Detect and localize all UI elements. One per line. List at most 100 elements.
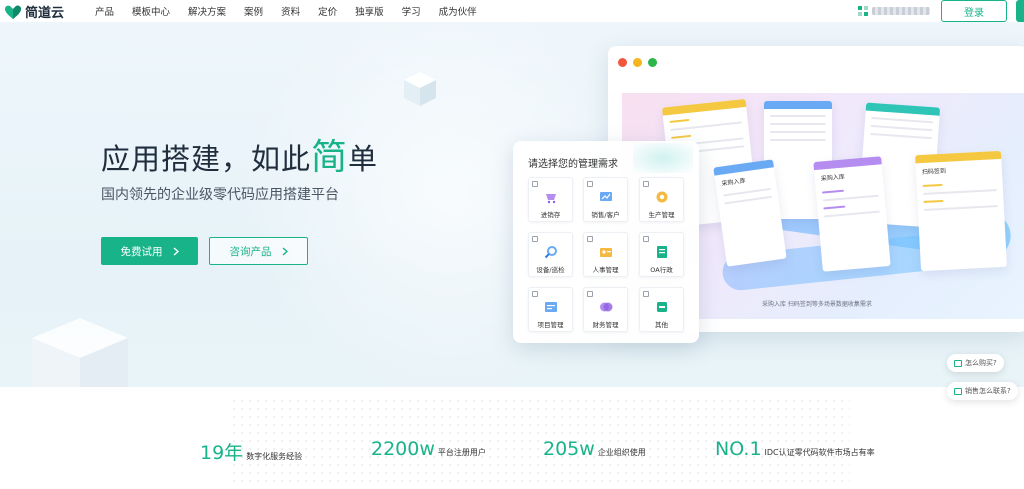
how-to-buy-chip[interactable]: 怎么购买? (947, 354, 1004, 372)
nav-item-learn[interactable]: 学习 (402, 4, 421, 18)
headline-prefix: 应用搭建，如此 (101, 142, 312, 176)
free-trial-label: 免费试用 (120, 245, 163, 258)
stat-value: 2200w (371, 438, 435, 460)
chevron-right-icon (173, 246, 179, 256)
hero-section: 应用搭建，如此简单 国内领先的企业级零代码应用搭建平台 免费试用 咨询产品 采购… (0, 22, 1024, 387)
minimize-dot-icon (633, 58, 642, 67)
nav-item-templates[interactable]: 模板中心 (132, 4, 170, 18)
logo[interactable]: 简道云 (4, 2, 64, 21)
stat-value: 19年 (200, 442, 244, 464)
nav-item-solutions[interactable]: 解决方案 (188, 4, 226, 18)
option-card-production[interactable]: 生产管理 (639, 177, 684, 222)
finance-icon (600, 302, 613, 312)
option-card-sales[interactable]: 销售/客户 (583, 177, 628, 222)
option-label: 设备/巡检 (536, 266, 565, 274)
chip-label: 销售怎么联系? (965, 387, 1011, 395)
headline-accent: 简 (311, 137, 349, 178)
option-label: 人事管理 (592, 266, 619, 274)
oa-icon (657, 246, 667, 258)
panel-glow (633, 143, 693, 173)
stat-market-share: NO.1 IDC认证零代码软件市场占有率 (715, 438, 875, 460)
free-trial-button[interactable]: 免费试用 (101, 237, 198, 265)
sales-icon (600, 192, 612, 201)
checkbox[interactable] (587, 181, 593, 187)
inspection-icon (544, 246, 557, 259)
chat-icon (954, 387, 962, 395)
board-title: 采购入库 (820, 173, 846, 183)
hero-headline: 应用搭建，如此简单 (101, 128, 378, 180)
stats-section: 19年 数字化服务经验 2200w 平台注册用户 205w 企业组织使用 NO.… (0, 387, 1024, 489)
option-card-inspection[interactable]: 设备/巡检 (528, 232, 573, 277)
needs-selector-panel: 请选择您的管理需求 进销存 销售/客户 生产管理 设备/巡检 人事管理 OA行政… (513, 141, 699, 343)
checkbox[interactable] (532, 291, 538, 297)
nav-item-partner[interactable]: 成为伙伴 (439, 4, 477, 18)
mockup-caption: 采购入库 扫码签到等多场景数据收集需求 (762, 301, 872, 308)
board-title: 采购入库 (721, 177, 746, 188)
checkbox[interactable] (587, 291, 593, 297)
project-icon (545, 302, 557, 312)
brand-name: 简道云 (25, 6, 65, 21)
stat-value: NO.1 (715, 438, 762, 460)
stat-organizations: 205w 企业组织使用 (543, 438, 646, 460)
stat-label: 平台注册用户 (437, 448, 486, 457)
checkbox[interactable] (643, 291, 649, 297)
login-button[interactable]: 登录 (941, 0, 1007, 22)
user-info[interactable] (858, 6, 930, 16)
chevron-right-icon (282, 246, 288, 256)
option-card-project[interactable]: 项目管理 (528, 287, 573, 332)
selector-title: 请选择您的管理需求 (528, 159, 618, 170)
headline-suffix: 单 (348, 142, 379, 176)
stat-label: 数字化服务经验 (246, 452, 303, 461)
qr-icon (858, 6, 868, 16)
option-label: 其他 (655, 321, 668, 329)
register-button-edge[interactable] (1016, 0, 1024, 22)
decorative-cube-icon (404, 72, 436, 106)
checkbox[interactable] (587, 236, 593, 242)
nav-item-resources[interactable]: 资料 (281, 4, 300, 18)
nav-item-pricing[interactable]: 定价 (318, 4, 337, 18)
nav-item-private[interactable]: 独享版 (355, 4, 384, 18)
logo-icon (5, 5, 21, 19)
checkbox[interactable] (532, 181, 538, 187)
production-icon (656, 191, 668, 203)
stat-users: 2200w 平台注册用户 (371, 438, 486, 460)
option-card-hr[interactable]: 人事管理 (583, 232, 628, 277)
nav-item-cases[interactable]: 案例 (244, 4, 263, 18)
checkbox[interactable] (643, 236, 649, 242)
close-dot-icon (618, 58, 627, 67)
hero-subhead: 国内领先的企业级零代码应用搭建平台 (101, 187, 339, 203)
chip-label: 怎么购买? (965, 359, 997, 367)
chat-icon (954, 359, 962, 367)
cart-icon (546, 194, 556, 204)
option-label: 生产管理 (648, 211, 675, 219)
option-card-oa[interactable]: OA行政 (639, 232, 684, 277)
option-card-other[interactable]: 其他 (639, 287, 684, 332)
option-card-finance[interactable]: 财务管理 (583, 287, 628, 332)
top-navbar: 简道云 产品 模板中心 解决方案 案例 资料 定价 独享版 学习 成为伙伴 登录 (0, 0, 1024, 22)
window-controls (618, 58, 657, 67)
hr-icon (600, 248, 612, 257)
form-board-purchase-in: 采购入库 (813, 156, 891, 272)
stat-label: 企业组织使用 (597, 448, 646, 457)
checkbox[interactable] (532, 236, 538, 242)
checkbox[interactable] (643, 181, 649, 187)
option-label: 销售/客户 (591, 211, 620, 219)
form-board-checkin: 扫码签到 (915, 150, 1007, 272)
option-label: 进销存 (540, 211, 561, 219)
stat-years: 19年 数字化服务经验 (200, 438, 302, 465)
maximize-dot-icon (648, 58, 657, 67)
blurred-phone-number (872, 7, 930, 15)
board-title: 扫码签到 (921, 167, 947, 176)
consult-product-button[interactable]: 咨询产品 (209, 237, 308, 265)
other-icon (657, 302, 667, 312)
main-nav: 产品 模板中心 解决方案 案例 资料 定价 独享版 学习 成为伙伴 (95, 4, 495, 18)
option-card-inventory[interactable]: 进销存 (528, 177, 573, 222)
nav-item-product[interactable]: 产品 (95, 4, 114, 18)
option-label: 财务管理 (592, 321, 619, 329)
stat-label: IDC认证零代码软件市场占有率 (764, 448, 875, 457)
contact-sales-chip[interactable]: 销售怎么联系? (947, 382, 1018, 400)
option-label: OA行政 (650, 266, 673, 274)
option-label: 项目管理 (537, 321, 564, 329)
decorative-cube-icon (32, 318, 128, 387)
consult-product-label: 咨询产品 (229, 245, 272, 258)
